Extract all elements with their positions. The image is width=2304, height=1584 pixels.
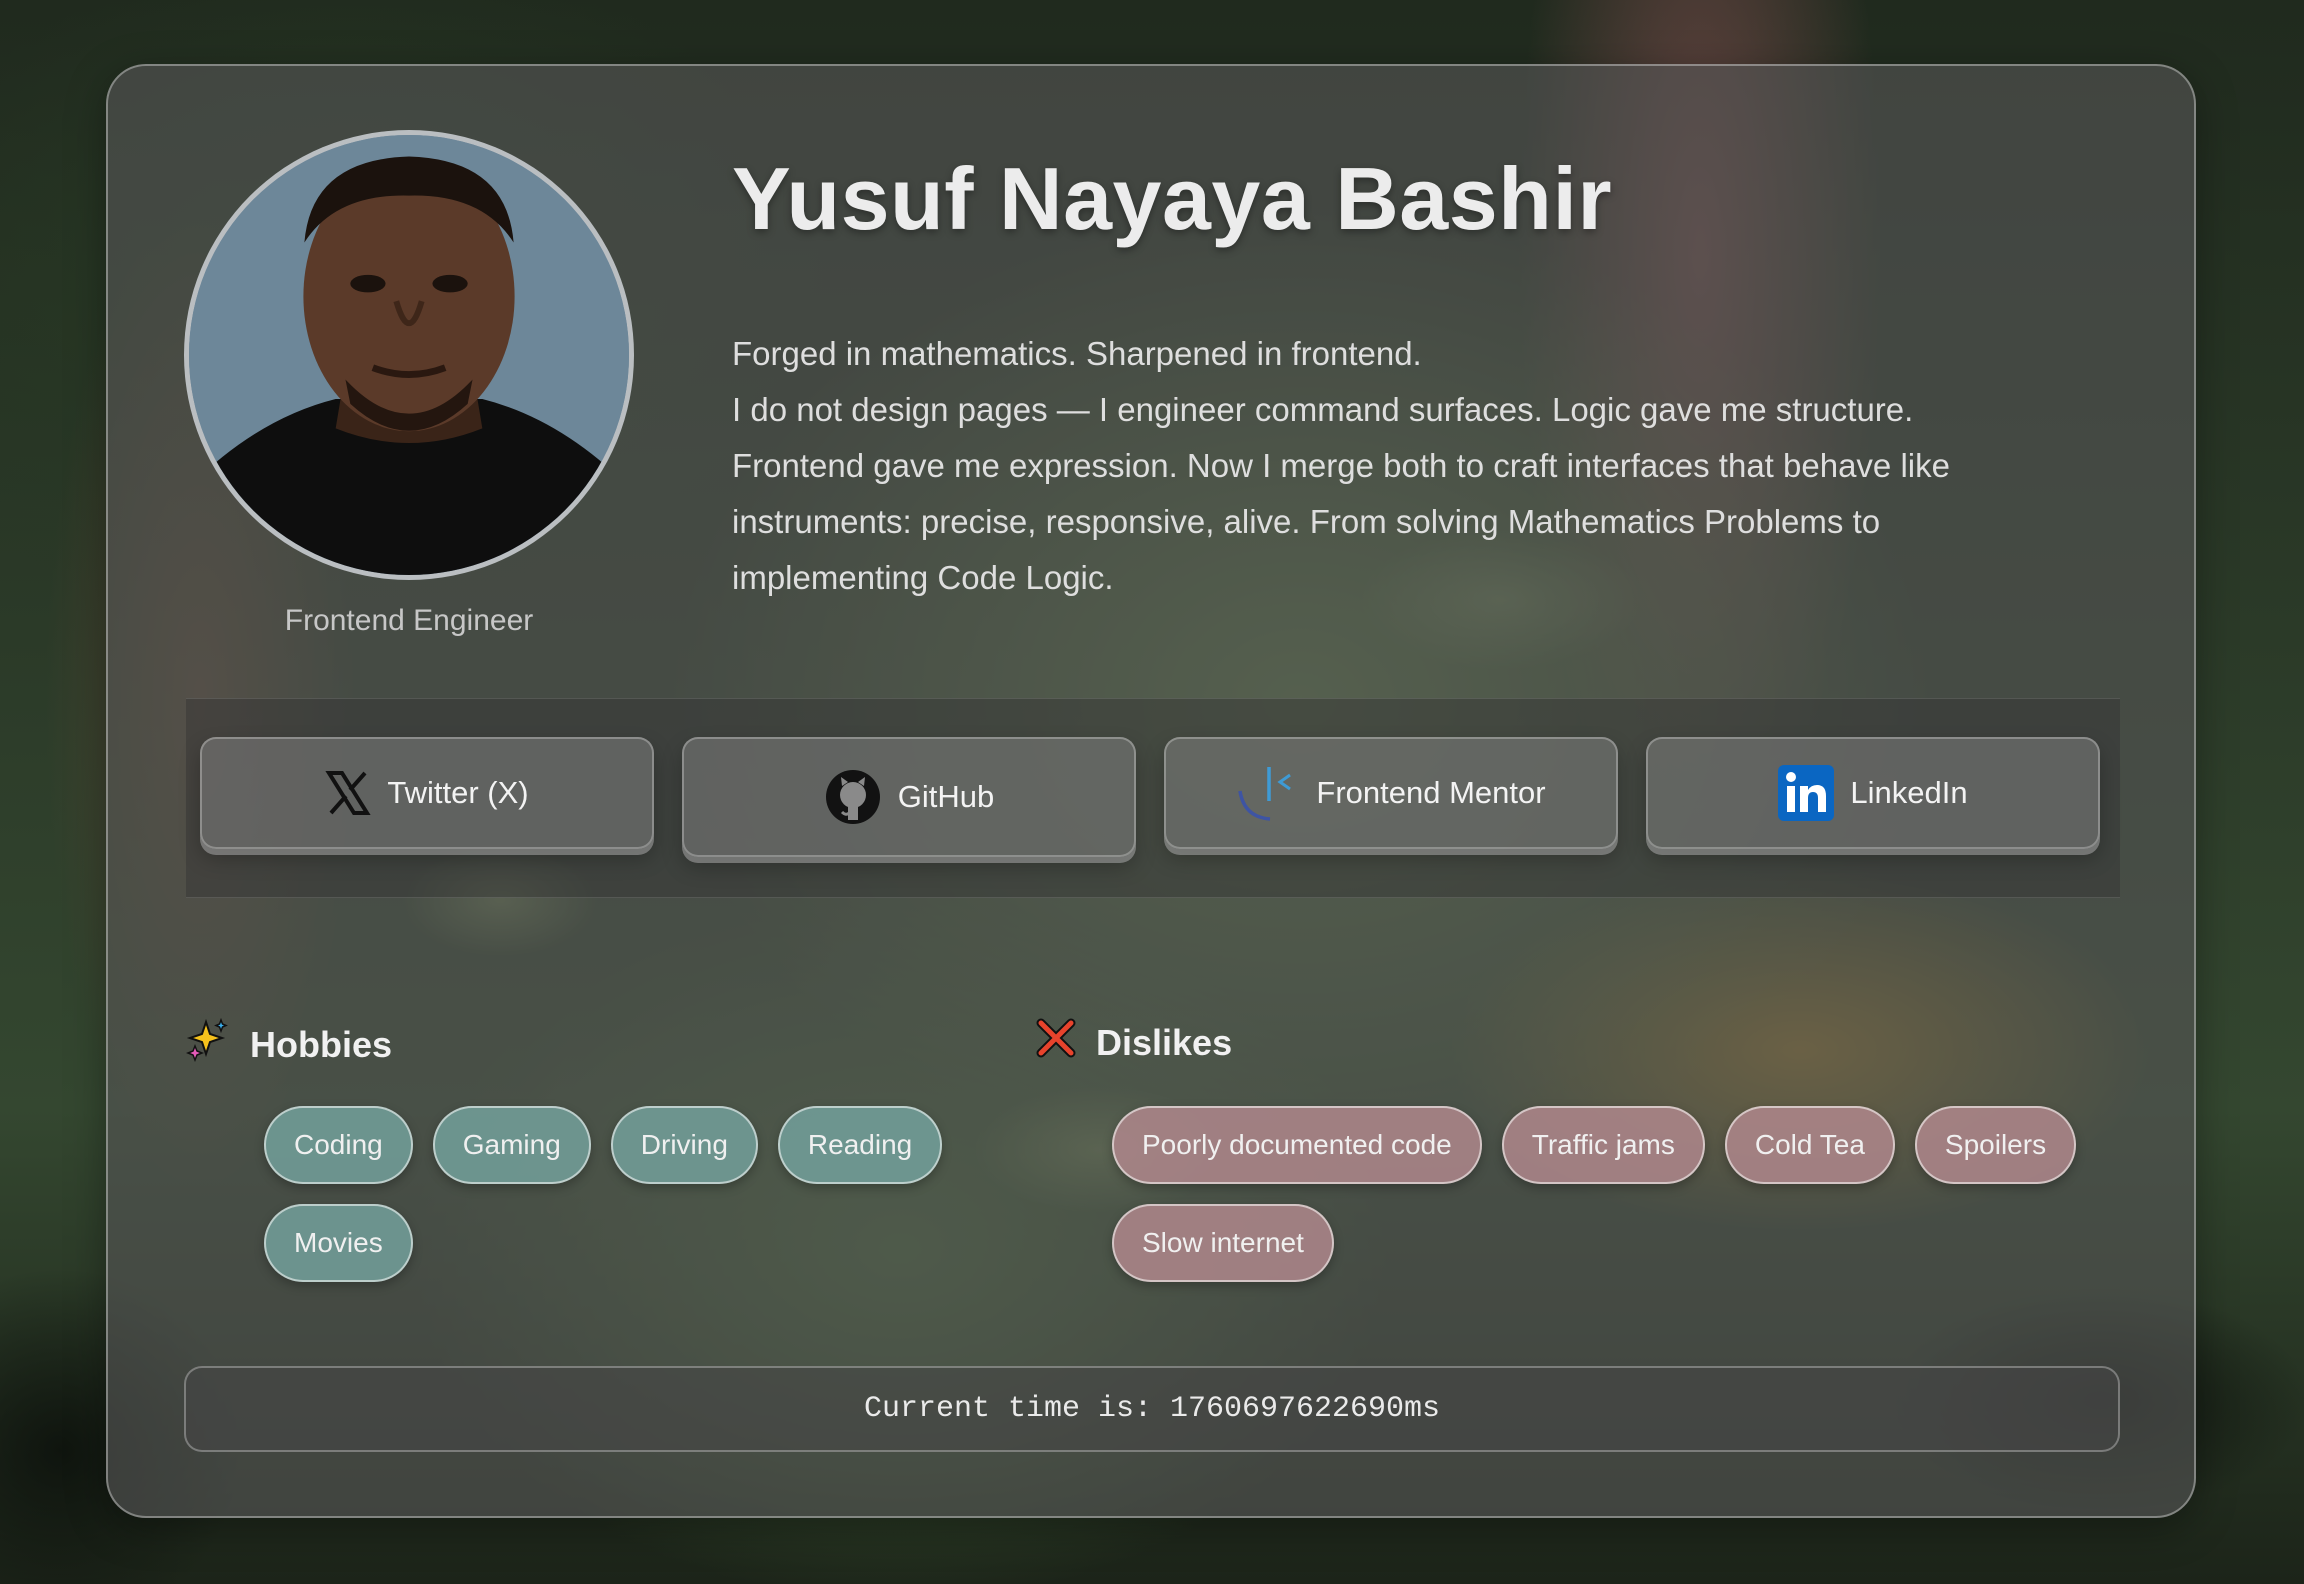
dislikes-heading: Dislikes xyxy=(1036,1018,1232,1067)
dislike-tag: Slow internet xyxy=(1112,1204,1334,1282)
linkedin-link-button[interactable]: LinkedIn xyxy=(1646,737,2100,849)
frontend-mentor-icon xyxy=(1236,761,1300,825)
dislike-tag: Spoilers xyxy=(1914,1106,2077,1184)
avatar xyxy=(184,130,634,580)
linkedin-icon xyxy=(1778,765,1835,821)
profile-name: Yusuf Nayaya Bashir xyxy=(732,149,1613,248)
x-logo-icon xyxy=(325,770,371,816)
dislikes-tag-list: Poorly documented code Traffic jams Cold… xyxy=(1112,1106,2112,1282)
dislike-tag: Cold Tea xyxy=(1724,1106,1895,1184)
hobbies-tag-list: Coding Gaming Driving Reading Movies xyxy=(264,1106,1004,1282)
bio-line-2: I do not design pages — I engineer comma… xyxy=(732,391,1950,596)
sparkles-icon xyxy=(185,1017,230,1071)
social-links-bar: Twitter (X) GitHub Frontend Mentor Linke… xyxy=(186,698,2120,898)
dislike-tag: Poorly documented code xyxy=(1112,1106,1482,1184)
hobby-tag: Gaming xyxy=(432,1106,591,1184)
hobby-tag: Coding xyxy=(264,1106,413,1184)
linkedin-link-label: LinkedIn xyxy=(1850,775,1968,810)
bio: Forged in mathematics. Sharpened in fron… xyxy=(732,326,1992,606)
hobbies-heading: Hobbies xyxy=(185,1017,393,1071)
dislike-tag: Traffic jams xyxy=(1501,1106,1705,1184)
cross-mark-icon xyxy=(1036,1018,1076,1067)
twitter-link-label: Twitter (X) xyxy=(387,775,529,810)
frontend-mentor-link-label: Frontend Mentor xyxy=(1316,775,1546,810)
hobby-tag: Reading xyxy=(777,1106,943,1184)
role-label: Frontend Engineer xyxy=(284,604,534,637)
hobbies-title: Hobbies xyxy=(250,1023,393,1065)
github-octocat-icon xyxy=(824,768,882,826)
hobby-tag: Movies xyxy=(264,1204,413,1282)
frontend-mentor-link-button[interactable]: Frontend Mentor xyxy=(1164,737,1618,849)
current-time-value: 1760697622690ms xyxy=(1170,1392,1441,1426)
current-time-display: Current time is: 1760697622690ms xyxy=(184,1366,2120,1452)
github-link-label: GitHub xyxy=(897,779,995,814)
dislikes-title: Dislikes xyxy=(1096,1021,1233,1063)
bio-line-1: Forged in mathematics. Sharpened in fron… xyxy=(732,335,1422,372)
github-link-button[interactable]: GitHub xyxy=(682,737,1136,857)
hobby-tag: Driving xyxy=(610,1106,758,1184)
current-time-prefix: Current time is: xyxy=(863,1392,1170,1426)
twitter-link-button[interactable]: Twitter (X) xyxy=(200,737,654,849)
